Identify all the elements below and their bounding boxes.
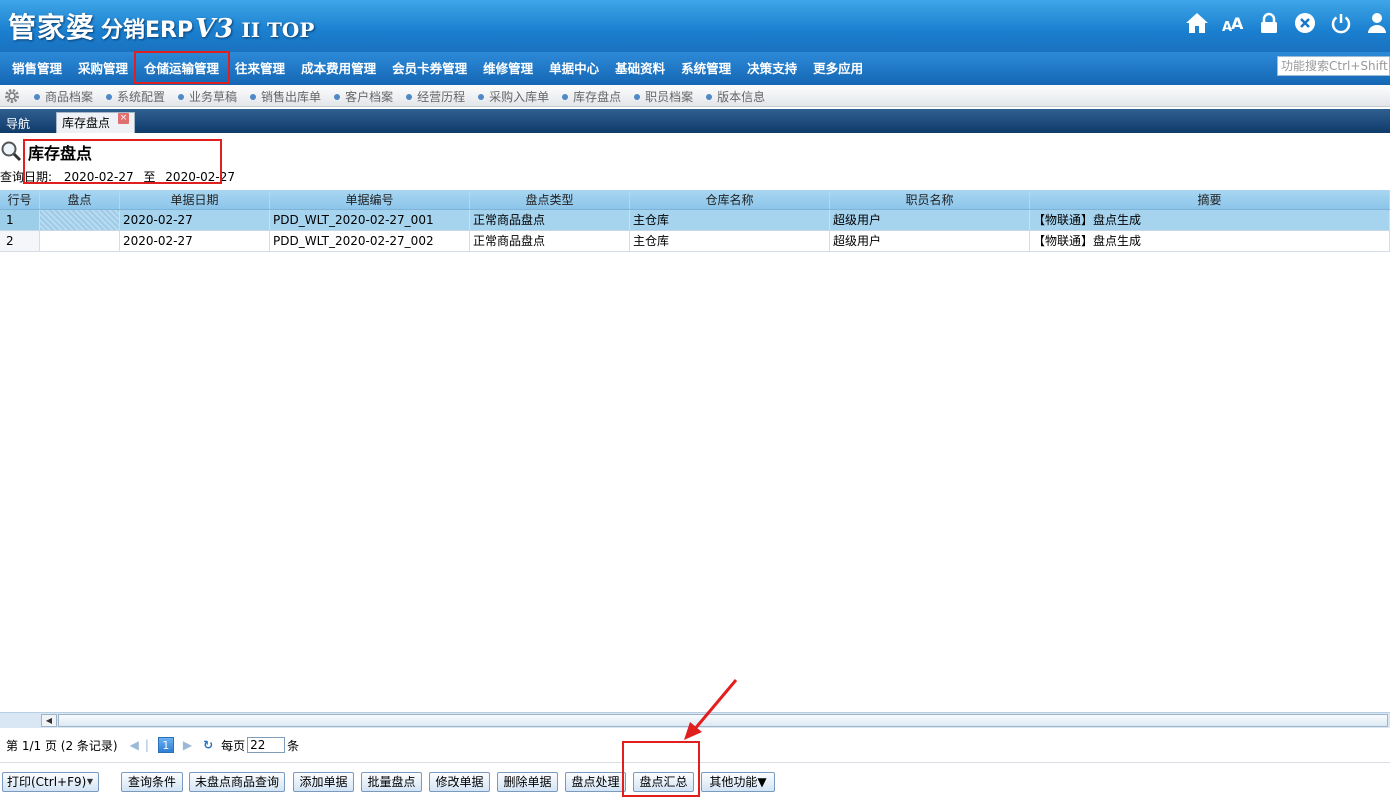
cell-date: 2020-02-27 — [120, 210, 270, 230]
function-search-input[interactable]: 功能搜索Ctrl+Shift+F — [1277, 56, 1390, 76]
print-label: 打印(Ctrl+F9) — [7, 775, 87, 789]
unchecked-goods-query-button[interactable]: 未盘点商品查询 — [189, 772, 285, 792]
font-size-icon[interactable]: AA — [1220, 10, 1246, 36]
highlight-box-menu — [134, 51, 230, 84]
menu-item-decision[interactable]: 决策支持 — [739, 52, 805, 85]
pager-info: 第 1/1 页 (2 条记录) — [6, 738, 118, 753]
grid-header: 行号 盘点 单据日期 单据编号 盘点类型 仓库名称 职员名称 摘要 — [0, 190, 1390, 210]
query-conditions-button[interactable]: 查询条件 — [121, 772, 183, 792]
quick-link-history[interactable]: 经营历程 — [406, 88, 465, 105]
col-header-type[interactable]: 盘点类型 — [470, 190, 630, 209]
cell-memo: 【物联通】盘点生成 — [1030, 210, 1390, 230]
per-page-input[interactable]: 22 — [247, 737, 286, 753]
logo-sub: 分销ERP — [101, 18, 194, 43]
col-header-staff[interactable]: 职员名称 — [830, 190, 1030, 209]
header-icons: AA — [1184, 10, 1390, 36]
cell-staff: 超级用户 — [830, 210, 1030, 230]
tab-navigation[interactable]: 导航 — [0, 113, 53, 133]
scroll-left-icon[interactable]: ◀ — [41, 714, 57, 727]
logo-main: 管家婆 — [8, 11, 96, 44]
cell-check[interactable] — [40, 231, 120, 251]
cell-code: PDD_WLT_2020-02-27_001 — [270, 210, 470, 230]
col-header-row-no[interactable]: 行号 — [0, 190, 40, 209]
table-row[interactable]: 2 2020-02-27 PDD_WLT_2020-02-27_002 正常商品… — [0, 231, 1390, 252]
highlight-box-summary — [622, 741, 700, 797]
close-icon[interactable] — [1292, 10, 1318, 36]
menu-item-basic-data[interactable]: 基础资料 — [607, 52, 673, 85]
scrollbar-thumb[interactable] — [58, 714, 1388, 727]
quick-link-staff[interactable]: 职员档案 — [634, 88, 693, 105]
add-document-button[interactable]: 添加单据 — [293, 772, 354, 792]
highlight-box-title — [23, 139, 222, 184]
magnifier-icon — [0, 140, 22, 165]
per-page-label: 每页 — [221, 738, 246, 753]
prev-page-icon[interactable]: ◀ — [130, 738, 139, 752]
batch-stocktake-button[interactable]: 批量盘点 — [361, 772, 422, 792]
lock-icon[interactable] — [1256, 10, 1282, 36]
app-logo: 管家婆 分销ERP V3 II TOP — [8, 6, 315, 44]
quick-links: 商品档案 系统配置 业务草稿 销售出库单 客户档案 经营历程 采购入库单 库存盘… — [34, 85, 778, 107]
cell-row-no: 1 — [0, 210, 40, 230]
quick-link-sales-out[interactable]: 销售出库单 — [250, 88, 321, 105]
col-header-code[interactable]: 单据编号 — [270, 190, 470, 209]
menu-item-repair[interactable]: 维修管理 — [475, 52, 541, 85]
cell-warehouse: 主仓库 — [630, 210, 830, 230]
menu-item-documents[interactable]: 单据中心 — [541, 52, 607, 85]
quick-link-customer[interactable]: 客户档案 — [334, 88, 393, 105]
col-header-date[interactable]: 单据日期 — [120, 190, 270, 209]
quick-links-bar: 商品档案 系统配置 业务草稿 销售出库单 客户档案 经营历程 采购入库单 库存盘… — [0, 85, 1390, 107]
user-icon[interactable] — [1364, 10, 1390, 36]
cell-type: 正常商品盘点 — [470, 231, 630, 251]
tab-close-icon[interactable]: × — [118, 113, 129, 124]
pager-divider: | — [144, 738, 149, 752]
tab-bar: 导航 库存盘点 — [0, 109, 1390, 133]
stocktake-process-button[interactable]: 盘点处理 — [565, 772, 626, 792]
menu-item-system[interactable]: 系统管理 — [673, 52, 739, 85]
col-header-check[interactable]: 盘点 — [40, 190, 120, 209]
gear-icon[interactable] — [4, 88, 20, 107]
cell-memo: 【物联通】盘点生成 — [1030, 231, 1390, 251]
menu-item-membership[interactable]: 会员卡券管理 — [384, 52, 475, 85]
next-page-icon[interactable]: ▶ — [183, 738, 192, 752]
cell-date: 2020-02-27 — [120, 231, 270, 251]
col-header-memo[interactable]: 摘要 — [1030, 190, 1390, 209]
cell-warehouse: 主仓库 — [630, 231, 830, 251]
table-row[interactable]: 1 2020-02-27 PDD_WLT_2020-02-27_001 正常商品… — [0, 210, 1390, 231]
cell-row-no: 2 — [0, 231, 40, 251]
app-header: 管家婆 分销ERP V3 II TOP AA — [0, 0, 1390, 52]
quick-link-product[interactable]: 商品档案 — [34, 88, 93, 105]
power-icon[interactable] — [1328, 10, 1354, 36]
chevron-down-icon: ▼ — [86, 777, 93, 786]
cell-staff: 超级用户 — [830, 231, 1030, 251]
menu-item-sales[interactable]: 销售管理 — [4, 52, 70, 85]
pager: 第 1/1 页 (2 条记录) ◀ | 1 ▶ ↻ 每页 22 条 — [0, 736, 299, 754]
current-page-button[interactable]: 1 — [157, 737, 174, 753]
horizontal-scrollbar[interactable]: ◀ — [0, 712, 1390, 728]
quick-link-drafts[interactable]: 业务草稿 — [178, 88, 237, 105]
quick-link-system-config[interactable]: 系统配置 — [106, 88, 165, 105]
logo-edition: II TOP — [241, 18, 315, 42]
home-icon[interactable] — [1184, 10, 1210, 36]
cell-check[interactable] — [40, 210, 120, 230]
svg-text:A: A — [1231, 14, 1244, 33]
menu-item-more-apps[interactable]: 更多应用 — [805, 52, 871, 85]
other-functions-button[interactable]: 其他功能▼ — [701, 772, 775, 792]
menu-item-cost[interactable]: 成本费用管理 — [293, 52, 384, 85]
per-page-unit: 条 — [287, 738, 300, 753]
quick-link-purchase-in[interactable]: 采购入库单 — [478, 88, 549, 105]
quick-link-version[interactable]: 版本信息 — [706, 88, 765, 105]
cell-type: 正常商品盘点 — [470, 210, 630, 230]
col-header-warehouse[interactable]: 仓库名称 — [630, 190, 830, 209]
delete-document-button[interactable]: 删除单据 — [497, 772, 558, 792]
refresh-icon[interactable]: ↻ — [203, 738, 213, 752]
menu-item-purchase[interactable]: 采购管理 — [70, 52, 136, 85]
print-button[interactable]: 打印(Ctrl+F9) ▼ — [2, 772, 99, 792]
quick-link-stocktake[interactable]: 库存盘点 — [562, 88, 621, 105]
logo-version: V3 — [195, 14, 234, 44]
cell-code: PDD_WLT_2020-02-27_002 — [270, 231, 470, 251]
menu-item-accounts[interactable]: 往来管理 — [227, 52, 293, 85]
edit-document-button[interactable]: 修改单据 — [429, 772, 490, 792]
